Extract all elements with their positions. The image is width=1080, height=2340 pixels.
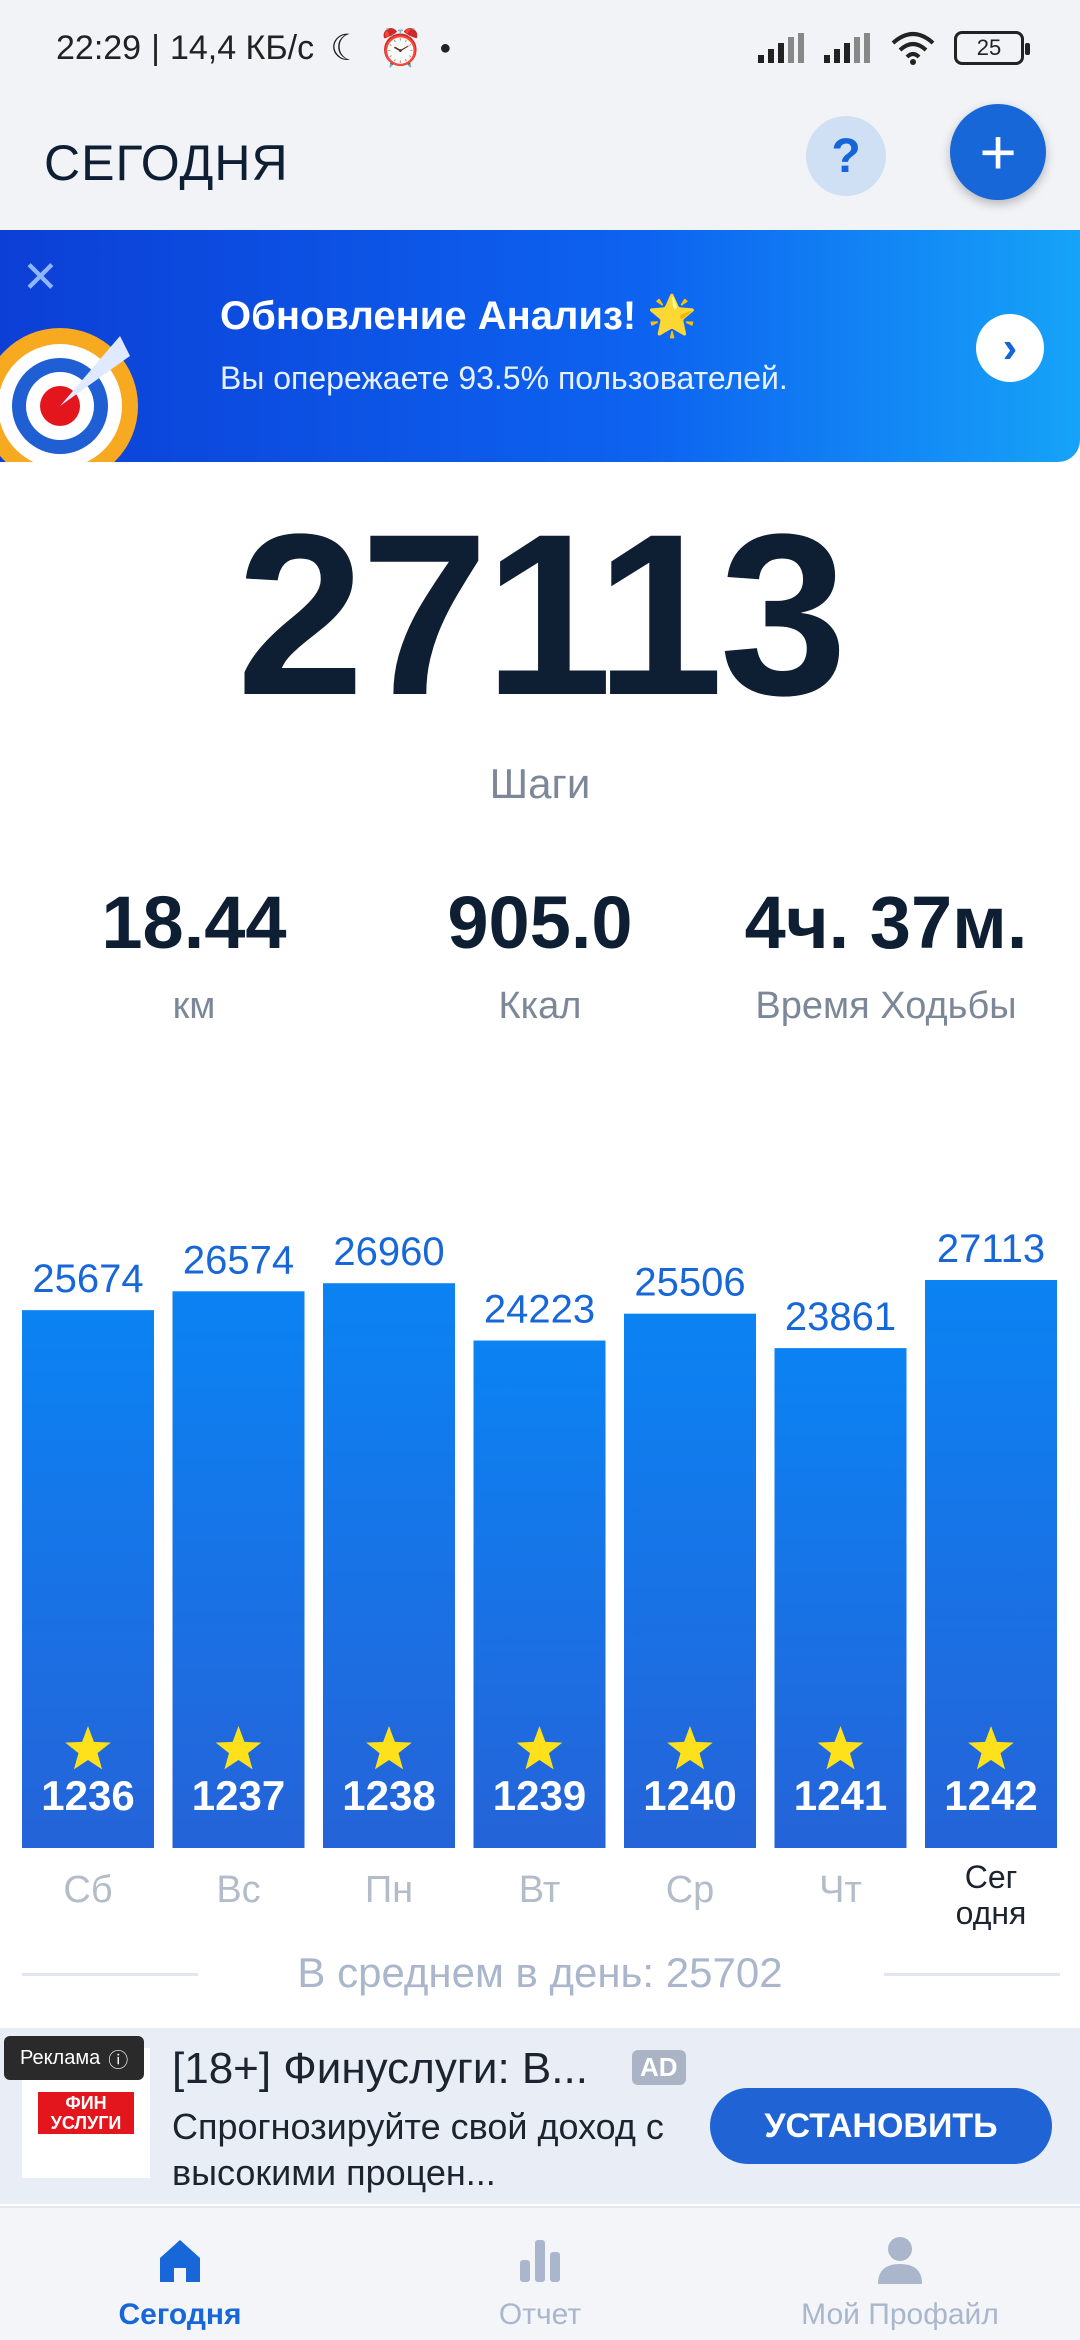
- stat-label: км: [172, 985, 216, 1027]
- bar-inner-label: 1238: [342, 1772, 435, 1819]
- average-row: В среднем в день: 25702: [0, 1945, 1080, 2005]
- status-time: 22:29: [56, 28, 142, 67]
- status-bar: 22:29 | 14,4 КБ/с ☾ ⏰ ● 25: [0, 0, 1080, 96]
- stat-distance: 18.44 км: [24, 880, 364, 1028]
- bar-inner-label: 1240: [643, 1772, 736, 1819]
- add-button[interactable]: +: [950, 104, 1046, 200]
- target-icon: [0, 328, 138, 462]
- analysis-banner[interactable]: ✕ Обновление Анализ! 🌟 Вы опережаете 93.…: [0, 230, 1080, 462]
- bottom-nav: Сегодня Отчет Мой Профайл: [0, 2206, 1080, 2340]
- bar-value-label: 25506: [634, 1261, 745, 1305]
- nav-label: Мой Профайл: [801, 2298, 999, 2331]
- day-label: Чт: [819, 1869, 862, 1911]
- nav-label: Отчет: [498, 2298, 582, 2331]
- ad-description: Спрогнозируйте свой доход с высокими про…: [172, 2106, 664, 2193]
- info-icon: ⓘ: [108, 2049, 129, 2072]
- bar-value-label: 25674: [32, 1257, 143, 1301]
- steps-count: 27113: [236, 486, 848, 743]
- day-label: Пн: [365, 1869, 413, 1911]
- stat-value: 905.0: [447, 881, 633, 964]
- nav-today[interactable]: Сегодня: [0, 2208, 360, 2340]
- nav-profile[interactable]: Мой Профайл: [720, 2208, 1080, 2340]
- status-speed: 14,4 КБ/с: [169, 28, 315, 67]
- day-label: Вт: [519, 1869, 561, 1911]
- bar-inner-label: 1237: [192, 1772, 285, 1819]
- day-label: Сб: [63, 1869, 112, 1911]
- day-label: Ср: [666, 1869, 715, 1911]
- signal-icon-2: [824, 33, 870, 63]
- bar-value-label: 24223: [484, 1288, 595, 1332]
- chart-svg: 25674 1236 Сб 26574 1237 Вс 26960 1238 Пн 24223 12…: [22, 1227, 1057, 1930]
- steps-label: Шаги: [489, 760, 591, 807]
- moon-icon: ☾: [330, 27, 363, 68]
- day-label: одня: [956, 1895, 1027, 1930]
- page-title: СЕГОДНЯ: [44, 135, 289, 191]
- header: СЕГОДНЯ ? +: [0, 96, 1080, 230]
- install-button[interactable]: УСТАНОВИТЬ: [710, 2088, 1052, 2164]
- close-icon[interactable]: ✕: [22, 252, 59, 303]
- chart-bar[interactable]: [624, 1313, 756, 1848]
- bar-value-label: 26574: [183, 1238, 294, 1282]
- banner-subtitle: Вы опережаете 93.5% пользователей.: [220, 360, 788, 396]
- chart-bar[interactable]: [925, 1280, 1057, 1848]
- chevron-right-icon[interactable]: ›: [976, 314, 1044, 382]
- chart-bar[interactable]: [323, 1283, 455, 1848]
- nav-report[interactable]: Отчет: [360, 2208, 720, 2340]
- wifi-icon: [891, 32, 935, 65]
- stats-row: 18.44 км 905.0 Ккал 4ч. 37м. Время Ходьб…: [0, 880, 1080, 1040]
- stat-label: Время Ходьбы: [755, 985, 1017, 1027]
- stat-value: 4ч. 37м.: [744, 881, 1028, 964]
- stat-calories: 905.0 Ккал: [370, 880, 710, 1028]
- home-icon: [160, 2240, 200, 2282]
- chart-bar[interactable]: [22, 1310, 154, 1848]
- help-button[interactable]: ?: [806, 116, 886, 196]
- profile-icon: [878, 2237, 922, 2284]
- stat-walk-time: 4ч. 37м. Время Ходьбы: [716, 880, 1056, 1028]
- bar-inner-label: 1242: [944, 1772, 1037, 1819]
- average-text: В среднем в день: 25702: [297, 1949, 783, 1996]
- bar-value-label: 27113: [937, 1227, 1045, 1271]
- bar-value-label: 23861: [785, 1295, 896, 1339]
- signal-icon: [758, 33, 804, 63]
- bar-inner-label: 1241: [794, 1772, 887, 1819]
- stat-value: 18.44: [101, 881, 287, 964]
- dot-icon: ●: [439, 36, 452, 59]
- bar-inner-label: 1239: [493, 1772, 586, 1819]
- bar-chart-icon: [520, 2240, 560, 2282]
- ad-badge[interactable]: Реклама ⓘ: [4, 2036, 145, 2080]
- battery-icon: 25: [954, 31, 1030, 65]
- day-label: Вс: [216, 1869, 260, 1911]
- bar-value-label: 26960: [333, 1230, 444, 1274]
- ad-title: [18+] Финуслуги: В...: [172, 2044, 588, 2093]
- alarm-icon: ⏰: [378, 27, 424, 68]
- ad-tag: AD: [632, 2050, 686, 2085]
- bar-inner-label: 1236: [41, 1772, 134, 1819]
- banner-title: Обновление Анализ! 🌟: [220, 294, 698, 338]
- stat-label: Ккал: [498, 985, 582, 1027]
- day-label: Сег: [965, 1859, 1018, 1895]
- weekly-steps-chart[interactable]: 25674 1236 Сб 26574 1237 Вс 26960 1238 Пн 24223 12…: [0, 1100, 1080, 1930]
- chart-bar[interactable]: [172, 1291, 305, 1848]
- ad-banner[interactable]: ФИН УСЛУГИ Реклама ⓘ [18+] Финуслуги: В.…: [0, 2028, 1080, 2204]
- nav-label: Сегодня: [118, 2298, 242, 2331]
